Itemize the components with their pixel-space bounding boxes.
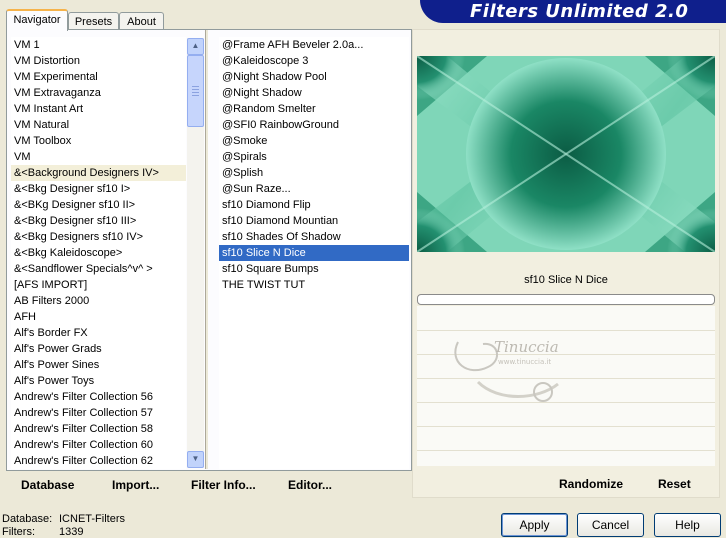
category-list-item[interactable]: &<Bkg Designer sf10 I> <box>11 181 186 197</box>
filters-label: Filters: <box>2 526 35 538</box>
scroll-up-button[interactable]: ▲ <box>187 38 204 55</box>
randomize-button[interactable]: Randomize <box>559 477 623 491</box>
category-list-item[interactable]: Alf's Power Grads <box>11 341 186 357</box>
category-list-item[interactable]: Alf's Border FX <box>11 325 186 341</box>
scroll-thumb[interactable] <box>187 55 204 127</box>
category-list-item[interactable]: &<Bkg Designer sf10 III> <box>11 213 186 229</box>
selected-filter-name: sf10 Slice N Dice <box>524 274 608 286</box>
cancel-button[interactable]: Cancel <box>577 513 644 537</box>
filter-list-item[interactable]: sf10 Diamond Mountian <box>219 213 409 229</box>
category-list-item[interactable]: AFH <box>11 309 186 325</box>
filter-preview-image <box>417 56 715 252</box>
filters-count: 1339 <box>59 526 84 538</box>
category-list-item[interactable]: Alf's Power Toys <box>11 373 186 389</box>
watermark-text: Tinuccia <box>494 338 559 356</box>
category-list-item[interactable]: VM Natural <box>11 117 186 133</box>
category-list-item[interactable]: Alf's Power Sines <box>11 357 186 373</box>
editor-button[interactable]: Editor... <box>288 478 332 492</box>
category-list-item[interactable]: [AFS IMPORT] <box>11 277 186 293</box>
category-list-item[interactable]: VM Instant Art <box>11 101 186 117</box>
filter-list-item[interactable]: sf10 Shades Of Shadow <box>219 229 409 245</box>
category-list-item[interactable]: VM <box>11 149 186 165</box>
progress-bar <box>417 294 715 305</box>
category-list-item[interactable]: Andrew's Filter Collection 57 <box>11 405 186 421</box>
watermark-subtext: www.tinuccia.it <box>498 358 551 366</box>
database-value: ICNET-Filters <box>59 513 125 525</box>
category-list-item[interactable]: VM Distortion <box>11 53 186 69</box>
filter-list-item[interactable]: @Smoke <box>219 133 409 149</box>
category-list-item[interactable]: VM Extravaganza <box>11 85 186 101</box>
category-list-item[interactable]: &<Sandflower Specials^v^ > <box>11 261 186 277</box>
list-divider <box>205 30 208 469</box>
app-title: Filters Unlimited 2.0 <box>470 1 689 22</box>
category-list-item[interactable]: &<Bkg Kaleidoscope> <box>11 245 186 261</box>
help-button[interactable]: Help <box>654 513 721 537</box>
filter-list-item[interactable]: @Frame AFH Beveler 2.0a... <box>219 37 409 53</box>
category-list-item[interactable]: &<Bkg Designers sf10 IV> <box>11 229 186 245</box>
filter-list-item[interactable]: @Splish <box>219 165 409 181</box>
import-button[interactable]: Import... <box>112 478 159 492</box>
filter-list-item[interactable]: @SFI0 RainbowGround <box>219 117 409 133</box>
category-list-item[interactable]: VM 1 <box>11 37 186 53</box>
database-label: Database: <box>2 513 53 525</box>
category-list[interactable]: VM 1 VM Distortion VM Experimental VM Extra… <box>11 37 186 469</box>
filter-list-item[interactable]: @Night Shadow Pool <box>219 69 409 85</box>
filter-list-item[interactable]: @Night Shadow <box>219 85 409 101</box>
reset-button[interactable]: Reset <box>658 477 691 491</box>
watermark-logo: Tinuccia www.tinuccia.it <box>448 322 588 412</box>
category-list-item[interactable]: AB Filters 2000 <box>11 293 186 309</box>
database-button[interactable]: Database <box>21 478 74 492</box>
filter-list-item[interactable]: sf10 Diamond Flip <box>219 197 409 213</box>
category-scrollbar[interactable]: ▲ ▼ <box>187 38 204 468</box>
filter-list-item[interactable]: sf10 Square Bumps <box>219 261 409 277</box>
filter-list-item[interactable]: @Spirals <box>219 149 409 165</box>
category-list-item[interactable]: &<Background Designers IV> <box>11 165 186 181</box>
filter-list-item[interactable]: @Kaleidoscope 3 <box>219 53 409 69</box>
category-list-item[interactable]: Andrew's Filter Collection 58 <box>11 421 186 437</box>
filter-list-item[interactable]: THE TWIST TUT <box>219 277 409 293</box>
category-list-item[interactable]: Andrew's Filter Collection 56 <box>11 389 186 405</box>
tab-navigator[interactable]: Navigator <box>6 9 68 31</box>
scroll-down-button[interactable]: ▼ <box>187 451 204 468</box>
category-list-item[interactable]: Andrew's Filter Collection 62 <box>11 453 186 469</box>
category-list-item[interactable]: &<BKg Designer sf10 II> <box>11 197 186 213</box>
filter-list-item[interactable]: @Sun Raze... <box>219 181 409 197</box>
category-list-item[interactable]: VM Experimental <box>11 69 186 85</box>
filter-list-item[interactable]: @Random Smelter <box>219 101 409 117</box>
filter-info-button[interactable]: Filter Info... <box>191 478 256 492</box>
filter-list[interactable]: @Frame AFH Beveler 2.0a... @Kaleidoscope … <box>219 37 409 469</box>
filter-list-item[interactable]: sf10 Slice N Dice <box>219 245 409 261</box>
navigator-toolbar: Database Import... Filter Info... Editor… <box>6 469 410 497</box>
category-list-item[interactable]: VM Toolbox <box>11 133 186 149</box>
apply-button[interactable]: Apply <box>501 513 568 537</box>
category-list-item[interactable]: Andrew's Filter Collection 60 <box>11 437 186 453</box>
